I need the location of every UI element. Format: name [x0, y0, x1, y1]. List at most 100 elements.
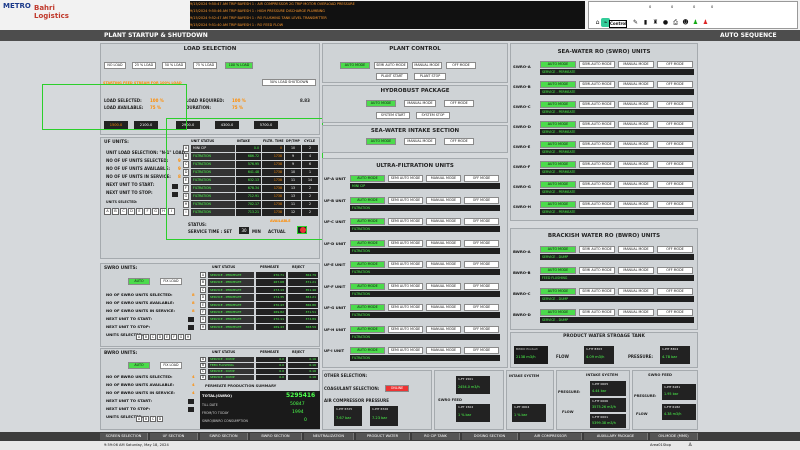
swro_units-row-unit[interactable]: E: [200, 301, 206, 308]
uf-section-mode-button[interactable]: OFF MODE: [464, 261, 499, 268]
system-stop-button[interactable]: SYSTEM STOP: [416, 112, 450, 119]
swro_units-row-unit[interactable]: D: [200, 294, 206, 301]
uf-section-mode-button[interactable]: OFF MODE: [464, 304, 499, 311]
system-start-button[interactable]: SYSTEM START: [376, 112, 410, 119]
bwro-section-mode-button[interactable]: SEMI AUTO MODE: [579, 267, 615, 274]
uf-section-mode-button[interactable]: SEMI AUTO MODE: [388, 218, 423, 225]
bwro-section-mode-button[interactable]: OFF MODE: [657, 246, 693, 253]
bwro-section-mode-button[interactable]: AUTO MODE: [540, 246, 576, 253]
user-icon[interactable]: ♙: [688, 441, 692, 450]
alarm-row[interactable]: 9/15/2024 9:52:47 AM TRIP BAYESH 1 : RO …: [190, 15, 585, 22]
tab-button[interactable]: UF SECTION: [150, 433, 198, 440]
uf-section-mode-button[interactable]: OFF MODE: [464, 196, 499, 204]
plant-stop-button[interactable]: PLANT STOP: [414, 73, 446, 80]
uf-section-mode-button[interactable]: AUTO MODE: [350, 325, 385, 333]
pencil-icon[interactable]: ✎: [631, 18, 640, 27]
bwro-section-mode-button[interactable]: MANUAL MODE: [618, 246, 654, 253]
swro-section-mode-button[interactable]: SEMI-AUTO MODE: [579, 181, 615, 188]
swro-section-mode-button[interactable]: SEMI-AUTO MODE: [579, 161, 615, 168]
uf-section-mode-button[interactable]: AUTO MODE: [350, 282, 385, 290]
user-green-icon[interactable]: ♟: [691, 18, 700, 27]
tab-button[interactable]: PRODUCT WATER: [356, 433, 410, 440]
uf-section-mode-button[interactable]: MANUAL MODE: [426, 175, 461, 182]
plant-semiauto-button[interactable]: SEMI AUTO MODE: [374, 62, 408, 69]
uf-unit-chip[interactable]: G: [152, 208, 159, 215]
bwro_units-unit-chip[interactable]: C: [150, 416, 156, 422]
uf-section-mode-button[interactable]: OFF MODE: [464, 347, 499, 354]
swro-section-mode-button[interactable]: OFF MODE: [657, 61, 693, 68]
load-100-button[interactable]: 100 % LOAD: [225, 62, 253, 69]
swro-section-mode-button[interactable]: AUTO MODE: [540, 141, 576, 148]
swro_units-row-unit[interactable]: H: [200, 323, 206, 331]
uf-unit-chip[interactable]: B: [112, 208, 119, 215]
plant-off-button[interactable]: OFF MODE: [446, 62, 476, 69]
swro-section-mode-button[interactable]: MANUAL MODE: [618, 61, 654, 68]
bwro-section-mode-button[interactable]: AUTO MODE: [540, 288, 576, 295]
bwro-section-mode-button[interactable]: AUTO MODE: [540, 309, 576, 316]
swro-section-mode-button[interactable]: MANUAL MODE: [618, 201, 654, 208]
users-icon[interactable]: ☻: [681, 18, 690, 27]
uf-section-mode-button[interactable]: MANUAL MODE: [426, 347, 461, 354]
plant-start-button[interactable]: PLANT START: [376, 73, 408, 80]
swro-section-mode-button[interactable]: SEMI-AUTO MODE: [579, 81, 615, 88]
uf-section-mode-button[interactable]: OFF MODE: [464, 282, 499, 290]
bwro_units-row-unit[interactable]: B: [200, 363, 206, 368]
plant-manual-button[interactable]: MANUAL MODE: [412, 62, 442, 69]
swro-section-mode-button[interactable]: OFF MODE: [657, 141, 693, 148]
swro_units-unit-chip[interactable]: G: [178, 334, 184, 340]
swro-section-mode-button[interactable]: OFF MODE: [657, 201, 693, 208]
hydro-auto-button[interactable]: AUTO MODE: [366, 100, 396, 107]
swro-section-mode-button[interactable]: SEMI-AUTO MODE: [579, 121, 615, 128]
tab-button[interactable]: SCREEN SELECTION: [100, 433, 148, 440]
swro-section-mode-button[interactable]: OFF MODE: [657, 161, 693, 168]
uf-section-mode-button[interactable]: AUTO MODE: [350, 347, 385, 354]
swro-section-mode-button[interactable]: OFF MODE: [657, 81, 693, 88]
uf-section-mode-button[interactable]: SEMI AUTO MODE: [388, 347, 423, 354]
swro-section-mode-button[interactable]: OFF MODE: [657, 101, 693, 108]
bwro_units-row-unit[interactable]: C: [200, 369, 206, 374]
hydro-manual-button[interactable]: MANUAL MODE: [404, 100, 436, 107]
alarm-row[interactable]: 9/15/2024 9:51:40 AM TRIP BAYESH 1 : RO …: [190, 22, 585, 29]
swro_units-unit-chip[interactable]: A: [136, 334, 142, 340]
load-75-button[interactable]: 75 % LOAD: [193, 62, 217, 69]
tab-button[interactable]: RO CIP TANK: [412, 433, 460, 440]
bwro_units-unit-chip[interactable]: D: [157, 416, 163, 422]
swro-section-mode-button[interactable]: MANUAL MODE: [618, 101, 654, 108]
uf-unit-chip[interactable]: F: [144, 208, 151, 215]
tab-button[interactable]: BWRO SECTION: [250, 433, 302, 440]
uf-section-mode-button[interactable]: MANUAL MODE: [426, 239, 461, 247]
intake-manual-button[interactable]: MANUAL MODE: [404, 138, 436, 145]
swro-section-mode-button[interactable]: AUTO MODE: [540, 181, 576, 188]
uf-unit-chip[interactable]: A: [104, 208, 111, 215]
swro_units-row-unit[interactable]: A: [200, 272, 206, 279]
swro_units-row-unit[interactable]: F: [200, 309, 206, 316]
uf-section-mode-button[interactable]: SEMI AUTO MODE: [388, 282, 423, 290]
uf-section-mode-button[interactable]: SEMI AUTO MODE: [388, 304, 423, 311]
uf-section-mode-button[interactable]: OFF MODE: [464, 175, 499, 182]
uf-section-mode-button[interactable]: OFF MODE: [464, 218, 499, 225]
uf-section-mode-button[interactable]: MANUAL MODE: [426, 282, 461, 290]
swro_units-unit-chip[interactable]: C: [150, 334, 156, 340]
control-button[interactable]: Control: [609, 20, 627, 28]
uf-section-mode-button[interactable]: MANUAL MODE: [426, 196, 461, 204]
intake-off-button[interactable]: OFF MODE: [444, 138, 474, 145]
bwro-section-mode-button[interactable]: MANUAL MODE: [618, 288, 654, 295]
swro-section-mode-button[interactable]: AUTO MODE: [540, 61, 576, 68]
bwro-fixload-button[interactable]: FIX LOAD: [160, 362, 182, 369]
swro-section-mode-button[interactable]: MANUAL MODE: [618, 141, 654, 148]
load-shutdown-button[interactable]: 50% LOAD SHUTDOWN: [262, 79, 316, 86]
tab-button[interactable]: AUXILLARY PACKAGE: [584, 433, 648, 440]
uf-section-mode-button[interactable]: AUTO MODE: [350, 196, 385, 204]
bwro-section-mode-button[interactable]: MANUAL MODE: [618, 309, 654, 316]
swro_units-unit-chip[interactable]: D: [157, 334, 163, 340]
uf-section-mode-button[interactable]: MANUAL MODE: [426, 261, 461, 268]
swro_units-row-unit[interactable]: C: [200, 286, 206, 294]
bwro-section-mode-button[interactable]: SEMI AUTO MODE: [579, 309, 615, 316]
uf-section-mode-button[interactable]: MANUAL MODE: [426, 325, 461, 333]
bwro-section-mode-button[interactable]: SEMI AUTO MODE: [579, 246, 615, 253]
swro-section-mode-button[interactable]: AUTO MODE: [540, 101, 576, 108]
alarm-list[interactable]: 9/15/2024 9:50:47 AM TRIP BAYESH 1 : AIR…: [190, 1, 585, 29]
swro_units-unit-chip[interactable]: F: [171, 334, 177, 340]
swro-section-mode-button[interactable]: SEMI-AUTO MODE: [579, 201, 615, 208]
swro_units-row-unit[interactable]: G: [200, 316, 206, 323]
